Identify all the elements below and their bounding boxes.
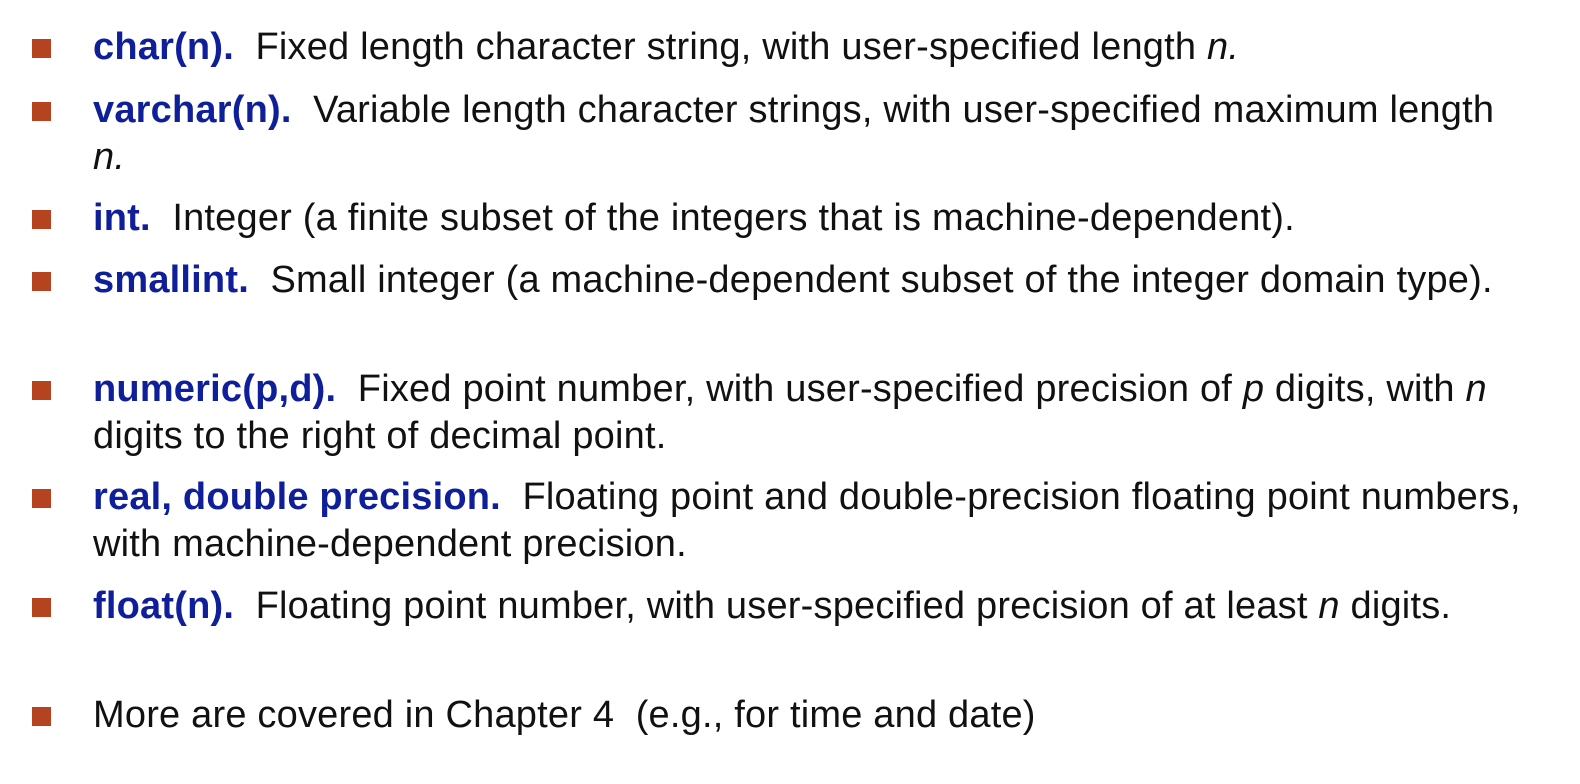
list-item-text: numeric(p,d). Fixed point number, with u… bbox=[93, 366, 1533, 460]
variable-text: n. bbox=[93, 136, 126, 178]
list-item-text: real, double precision. Floating point a… bbox=[93, 474, 1533, 568]
type-term: char(n). bbox=[93, 26, 234, 68]
description-text: Variable length character strings, with … bbox=[313, 89, 1495, 131]
square-bullet-icon bbox=[32, 598, 51, 617]
type-term: real, double precision. bbox=[93, 476, 501, 518]
description-text: digits to the right of decimal point. bbox=[93, 415, 667, 457]
square-bullet-icon bbox=[32, 272, 51, 291]
square-bullet-icon bbox=[32, 381, 51, 400]
description-text: Integer (a finite subset of the integers… bbox=[172, 197, 1295, 239]
type-term: smallint. bbox=[93, 259, 249, 301]
variable-text: n bbox=[1465, 368, 1487, 410]
type-term: float(n). bbox=[93, 585, 235, 627]
slide: char(n). Fixed length character string, … bbox=[0, 0, 1580, 784]
description-text: digits, with bbox=[1264, 368, 1466, 410]
description-text: Fixed point number, with user-specified … bbox=[357, 368, 1243, 410]
type-term: varchar(n). bbox=[93, 89, 292, 131]
description-text: Fixed length character string, with user… bbox=[255, 26, 1207, 68]
list-item-text: char(n). Fixed length character string, … bbox=[93, 24, 1533, 71]
variable-text: p bbox=[1242, 368, 1265, 410]
variable-text: n. bbox=[1206, 26, 1240, 68]
description-text: More are covered in Chapter 4 (e.g., for… bbox=[93, 694, 1036, 736]
list-item-text: float(n). Floating point number, with us… bbox=[93, 583, 1533, 630]
description-text: Floating point number, with user-specifi… bbox=[255, 585, 1319, 627]
type-term: numeric(p,d). bbox=[93, 368, 337, 410]
type-term: int. bbox=[93, 197, 151, 239]
description-text: Small integer (a machine-dependent subse… bbox=[270, 259, 1493, 301]
square-bullet-icon bbox=[32, 707, 51, 726]
square-bullet-icon bbox=[32, 39, 51, 58]
list-item-text: varchar(n). Variable length character st… bbox=[93, 87, 1533, 181]
description-text: digits. bbox=[1339, 585, 1452, 627]
list-item-text: int. Integer (a finite subset of the int… bbox=[93, 195, 1533, 242]
square-bullet-icon bbox=[32, 210, 51, 229]
list-item-text: More are covered in Chapter 4 (e.g., for… bbox=[93, 692, 1533, 739]
list-item-text: smallint. Small integer (a machine-depen… bbox=[93, 257, 1533, 304]
square-bullet-icon bbox=[32, 489, 51, 508]
variable-text: n bbox=[1318, 585, 1340, 627]
square-bullet-icon bbox=[32, 102, 51, 121]
